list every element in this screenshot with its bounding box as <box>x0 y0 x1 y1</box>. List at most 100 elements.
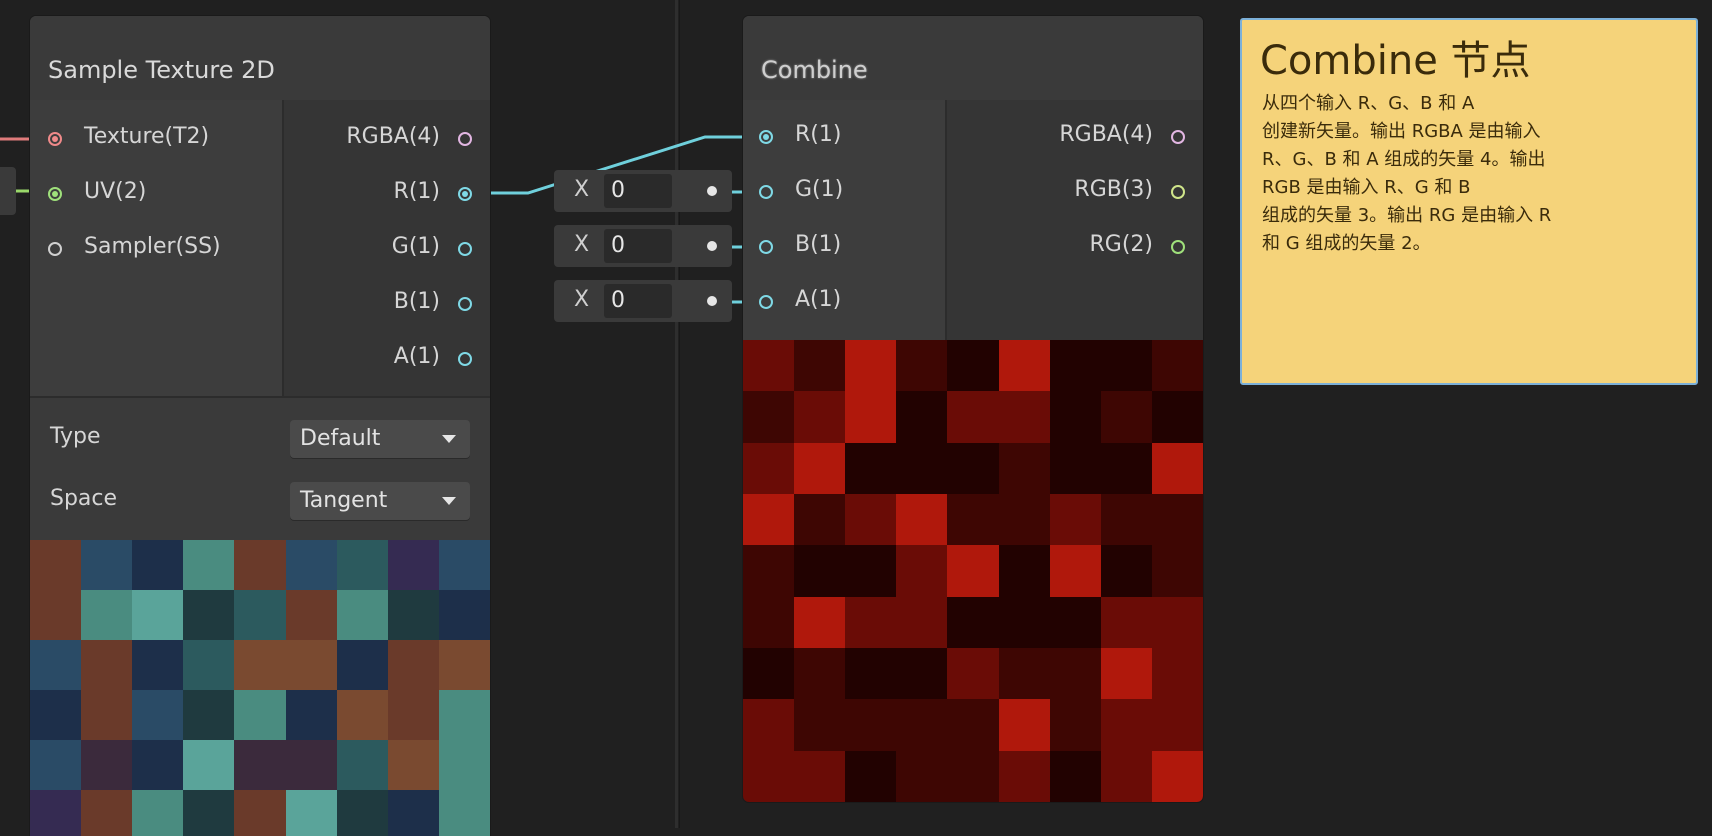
texture-tile <box>1049 750 1101 802</box>
texture-tile <box>743 699 795 751</box>
b-inline-input[interactable]: X 0 <box>554 225 732 267</box>
texture-tile <box>947 750 999 802</box>
port-label: B(1) <box>795 232 842 257</box>
texture-tile <box>845 699 897 751</box>
rgba-port-icon[interactable] <box>1171 130 1185 144</box>
texture-tile <box>132 690 184 740</box>
pin-icon <box>707 241 717 251</box>
port-label: UV(2) <box>84 179 147 204</box>
texture-tile <box>285 740 337 790</box>
texture-tile <box>1100 596 1152 648</box>
ports-area: R(1) G(1) B(1) A(1) RGBA(4) RGB(3) RG(2) <box>743 100 1203 340</box>
texture-tile <box>896 493 948 546</box>
type-dropdown[interactable]: Default <box>290 420 470 458</box>
texture-tile <box>132 640 184 690</box>
port-label: RG(2) <box>1089 232 1154 257</box>
texture-tile <box>998 596 1050 648</box>
texture-tile <box>183 790 235 836</box>
texture-tile <box>183 690 235 740</box>
output-port-g[interactable]: G(1) <box>292 234 472 264</box>
rgb-port-icon[interactable] <box>1171 185 1185 199</box>
g-port-icon[interactable] <box>458 242 472 256</box>
texture-tile <box>1049 545 1101 597</box>
output-port-rg[interactable]: RG(2) <box>965 232 1185 262</box>
texture-tile <box>947 596 999 648</box>
value-field[interactable]: 0 <box>604 229 672 263</box>
g-inline-input[interactable]: X 0 <box>554 170 732 212</box>
texture-tile <box>1049 340 1101 392</box>
texture-tile <box>947 391 999 443</box>
chevron-down-icon <box>442 435 456 443</box>
texture-tile <box>845 442 897 494</box>
b-port-icon[interactable] <box>458 297 472 311</box>
uv-port-icon[interactable] <box>48 187 62 201</box>
texture-tile <box>234 690 286 740</box>
sampler-port-icon[interactable] <box>48 242 62 256</box>
output-port-rgba[interactable]: RGBA(4) <box>292 124 472 154</box>
offscreen-uv-node-edge[interactable] <box>0 167 16 215</box>
output-port-a[interactable]: A(1) <box>292 344 472 374</box>
space-dropdown[interactable]: Tangent <box>290 482 470 520</box>
a-port-icon[interactable] <box>759 295 773 309</box>
r-port-icon[interactable] <box>458 187 472 201</box>
b-port-icon[interactable] <box>759 240 773 254</box>
a-inline-input[interactable]: X 0 <box>554 280 732 322</box>
texture-port-icon[interactable] <box>48 132 62 146</box>
node-header[interactable]: Combine <box>743 16 1203 101</box>
combine-node[interactable]: Combine R(1) G(1) B(1) A(1) RGBA(4) RGB(… <box>743 16 1203 802</box>
texture-tile <box>183 740 235 790</box>
texture-tile <box>81 790 133 836</box>
axis-label: X <box>574 232 590 257</box>
texture-tile <box>132 740 184 790</box>
value-field[interactable]: 0 <box>604 284 672 318</box>
texture-tile <box>743 340 795 392</box>
texture-tile <box>845 596 897 648</box>
texture-tile <box>387 590 439 640</box>
texture-tile <box>183 540 235 590</box>
texture-tile <box>234 740 286 790</box>
texture-tile <box>234 590 286 640</box>
texture-tile <box>1100 391 1152 443</box>
texture-tile <box>743 750 795 802</box>
texture-tile <box>896 699 948 751</box>
port-label: R(1) <box>795 122 842 147</box>
port-label: RGBA(4) <box>1059 122 1153 147</box>
texture-tile <box>183 590 235 640</box>
texture-tile <box>1151 750 1203 802</box>
node-header[interactable]: Sample Texture 2D <box>30 16 490 101</box>
output-port-rgba[interactable]: RGBA(4) <box>965 122 1185 152</box>
g-port-icon[interactable] <box>759 185 773 199</box>
texture-tile <box>336 740 388 790</box>
texture-tile <box>285 590 337 640</box>
output-port-b[interactable]: B(1) <box>292 289 472 319</box>
texture-tile <box>1100 647 1152 700</box>
input-ports: R(1) G(1) B(1) A(1) <box>743 100 945 340</box>
node-settings: Type Default Space Tangent <box>30 396 490 542</box>
texture-tile <box>998 750 1050 802</box>
a-port-icon[interactable] <box>458 352 472 366</box>
rgba-port-icon[interactable] <box>458 132 472 146</box>
texture-tile <box>1049 596 1101 648</box>
output-port-rgb[interactable]: RGB(3) <box>965 177 1185 207</box>
sample-texture-2d-node[interactable]: Sample Texture 2D Texture(T2) UV(2) Samp… <box>30 16 490 836</box>
value-field[interactable]: 0 <box>604 174 672 208</box>
rg-port-icon[interactable] <box>1171 240 1185 254</box>
r-port-icon[interactable] <box>759 130 773 144</box>
texture-tile <box>998 699 1050 751</box>
output-port-r[interactable]: R(1) <box>292 179 472 209</box>
texture-tile <box>947 647 999 700</box>
texture-tile <box>896 545 948 597</box>
texture-tile <box>1100 699 1152 751</box>
texture-tile <box>336 640 388 690</box>
sticky-note[interactable]: Combine 节点 从四个输入 R、G、B 和 A 创建新矢量。输出 RGBA… <box>1240 18 1698 385</box>
texture-tile <box>285 640 337 690</box>
texture-tile <box>30 790 82 836</box>
texture-tile <box>998 340 1050 392</box>
texture-tile <box>998 545 1050 597</box>
texture-tile <box>743 391 795 443</box>
output-ports: RGBA(4) R(1) G(1) B(1) A(1) <box>282 100 490 396</box>
texture-tile <box>1049 493 1101 546</box>
texture-tile <box>81 640 133 690</box>
texture-tile <box>998 391 1050 443</box>
port-label: A(1) <box>393 344 440 369</box>
